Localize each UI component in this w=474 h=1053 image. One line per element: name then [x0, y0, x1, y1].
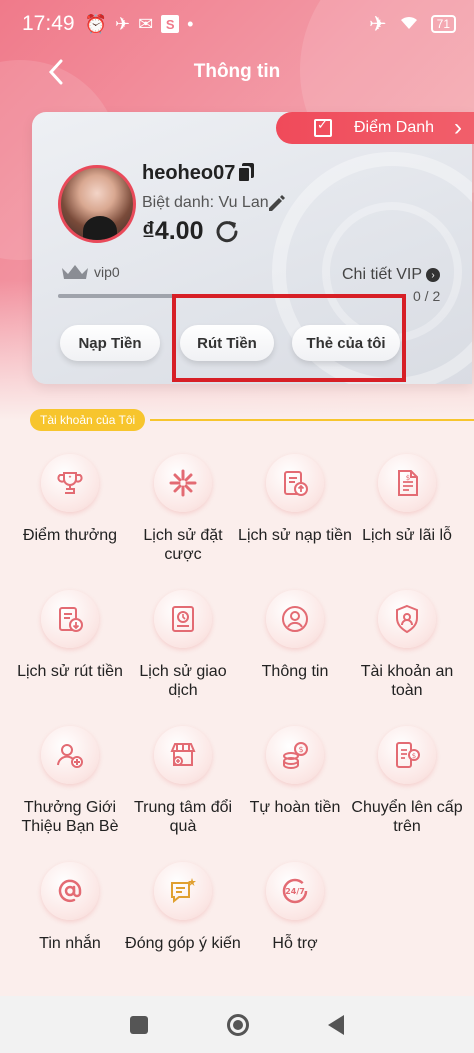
- copy-icon[interactable]: [236, 162, 256, 184]
- chevron-right-icon: ›: [454, 114, 462, 141]
- alarm-icon: ⏰: [84, 14, 107, 34]
- withdraw-history-icon: [41, 590, 99, 648]
- home-button[interactable]: [226, 1013, 249, 1036]
- deposit-button[interactable]: Nạp Tiền: [60, 325, 160, 361]
- bet-history-icon: [154, 454, 212, 512]
- chevron-right-circle-icon: ›: [426, 268, 441, 282]
- menu-item-support-24-7[interactable]: 24/7 Hỗ trợ: [235, 862, 355, 953]
- vip-detail-label: Chi tiết VIP: [342, 266, 423, 283]
- menu-item-label: Lịch sử đặt cược: [143, 527, 223, 563]
- section-tag: Tài khoản của Tôi: [30, 409, 146, 431]
- menu-item-referral[interactable]: Thưởng Giới Thiệu Bạn Bè: [10, 726, 130, 836]
- menu-item-trophy[interactable]: Điểm thưởng: [10, 454, 130, 545]
- vip-progress-fill: [58, 294, 177, 298]
- menu-item-label: Tin nhắn: [39, 935, 101, 952]
- menu-item-label: Tự hoàn tiền: [249, 799, 341, 816]
- pencil-icon[interactable]: [266, 193, 286, 213]
- nickname: Biệt danh: Vu Lan: [142, 194, 269, 211]
- checkin-label: Điểm Danh: [354, 119, 435, 136]
- svg-text:24/7: 24/7: [285, 887, 305, 896]
- menu-item-shield[interactable]: Tài khoản an toàn: [347, 590, 467, 700]
- vip-progress-text: 0 / 2: [413, 288, 441, 304]
- calendar-check-icon: [314, 117, 332, 137]
- menu-item-bet-history[interactable]: Lịch sử đặt cược: [123, 454, 243, 564]
- recent-apps-button[interactable]: [129, 1015, 148, 1034]
- menu-item-label: Thưởng Giới Thiệu Bạn Bè: [21, 799, 119, 835]
- page-title: Thông tin: [193, 61, 281, 82]
- menu-item-label: Điểm thưởng: [22, 527, 118, 544]
- top-nav: Thông tin: [0, 48, 474, 96]
- section-divider: [150, 419, 474, 421]
- shield-icon: [378, 590, 436, 648]
- feedback-icon: [154, 862, 212, 920]
- cashback-icon: $: [266, 726, 324, 784]
- support-24-7-icon: 24/7: [266, 862, 324, 920]
- battery-icon: 71: [430, 15, 456, 33]
- menu-item-label: Đóng góp ý kiến: [125, 935, 241, 952]
- profit-loss-icon: $: [378, 454, 436, 512]
- chevron-left-icon: [48, 59, 63, 85]
- svg-text:$: $: [298, 745, 303, 754]
- menu-item-gift-store[interactable]: Trung tâm đổi quà: [123, 726, 243, 836]
- menu-item-label: Lịch sử giao dịch: [139, 663, 227, 699]
- menu-item-label: Lịch sử lãi lỗ: [362, 527, 452, 544]
- avatar[interactable]: [58, 165, 136, 243]
- user-info-icon: [266, 590, 324, 648]
- menu-item-profit-loss[interactable]: $ Lịch sử lãi lỗ: [347, 454, 467, 545]
- menu-item-label: Trung tâm đổi quà: [133, 799, 233, 835]
- menu-item-withdraw-history[interactable]: Lịch sử rút tiền: [10, 590, 130, 681]
- deposit-history-icon: [266, 454, 324, 512]
- menu-item-transfer[interactable]: $ Chuyển lên cấp trên: [347, 726, 467, 836]
- status-time: 17:49: [22, 12, 75, 35]
- highlight-annotation-box: [172, 294, 406, 382]
- system-nav-bar: [0, 996, 474, 1053]
- app-icon: ✉: [138, 14, 154, 34]
- checkin-button[interactable]: Điểm Danh ›: [276, 112, 474, 144]
- menu-item-cashback[interactable]: $ Tự hoàn tiền: [235, 726, 355, 817]
- transaction-history-icon: [154, 590, 212, 648]
- vip-detail-link[interactable]: Chi tiết VIP ›: [342, 266, 441, 284]
- wifi-icon: [399, 12, 419, 36]
- refresh-icon[interactable]: [214, 218, 240, 244]
- menu-item-label: Lịch sử rút tiền: [17, 663, 123, 680]
- back-button[interactable]: [40, 54, 72, 90]
- status-right: ✈ 71: [369, 12, 456, 37]
- svg-text:$: $: [412, 752, 416, 760]
- menu-item-label: Thông tin: [261, 663, 329, 680]
- s-app-icon: S: [161, 15, 180, 33]
- system-back-button[interactable]: [328, 1014, 345, 1035]
- status-bar: 17:49 ⏰ ✈ ✉ S • ✈ 71: [0, 0, 474, 48]
- balance-amount: ₫4.00: [142, 217, 204, 245]
- svg-text:$: $: [406, 474, 410, 482]
- vip-level: vip0: [94, 264, 120, 280]
- username: heoheo07: [142, 162, 236, 184]
- airplane-icon: ✈: [369, 12, 387, 36]
- at-icon: [41, 862, 99, 920]
- transfer-icon: $: [378, 726, 436, 784]
- vip-level-row: vip0: [60, 262, 120, 282]
- menu-item-label: Tài khoản an toàn: [360, 663, 454, 699]
- trophy-icon: [41, 454, 99, 512]
- telegram-icon: ✈: [114, 14, 131, 34]
- menu-item-user-info[interactable]: Thông tin: [235, 590, 355, 681]
- gift-store-icon: [154, 726, 212, 784]
- menu-item-label: Chuyển lên cấp trên: [351, 799, 463, 835]
- menu-item-label: Lịch sử nạp tiền: [238, 527, 352, 544]
- menu-item-at[interactable]: Tin nhắn: [10, 862, 130, 953]
- menu-item-feedback[interactable]: Đóng góp ý kiến: [123, 862, 243, 953]
- referral-icon: [41, 726, 99, 784]
- menu-item-label: Hỗ trợ: [272, 935, 318, 952]
- menu-item-transaction-history[interactable]: Lịch sử giao dịch: [123, 590, 243, 700]
- crown-icon: [62, 265, 88, 279]
- menu-item-deposit-history[interactable]: Lịch sử nạp tiền: [235, 454, 355, 545]
- dot-icon: •: [187, 14, 194, 34]
- status-notification-icons: ⏰ ✈ ✉ S •: [84, 14, 194, 34]
